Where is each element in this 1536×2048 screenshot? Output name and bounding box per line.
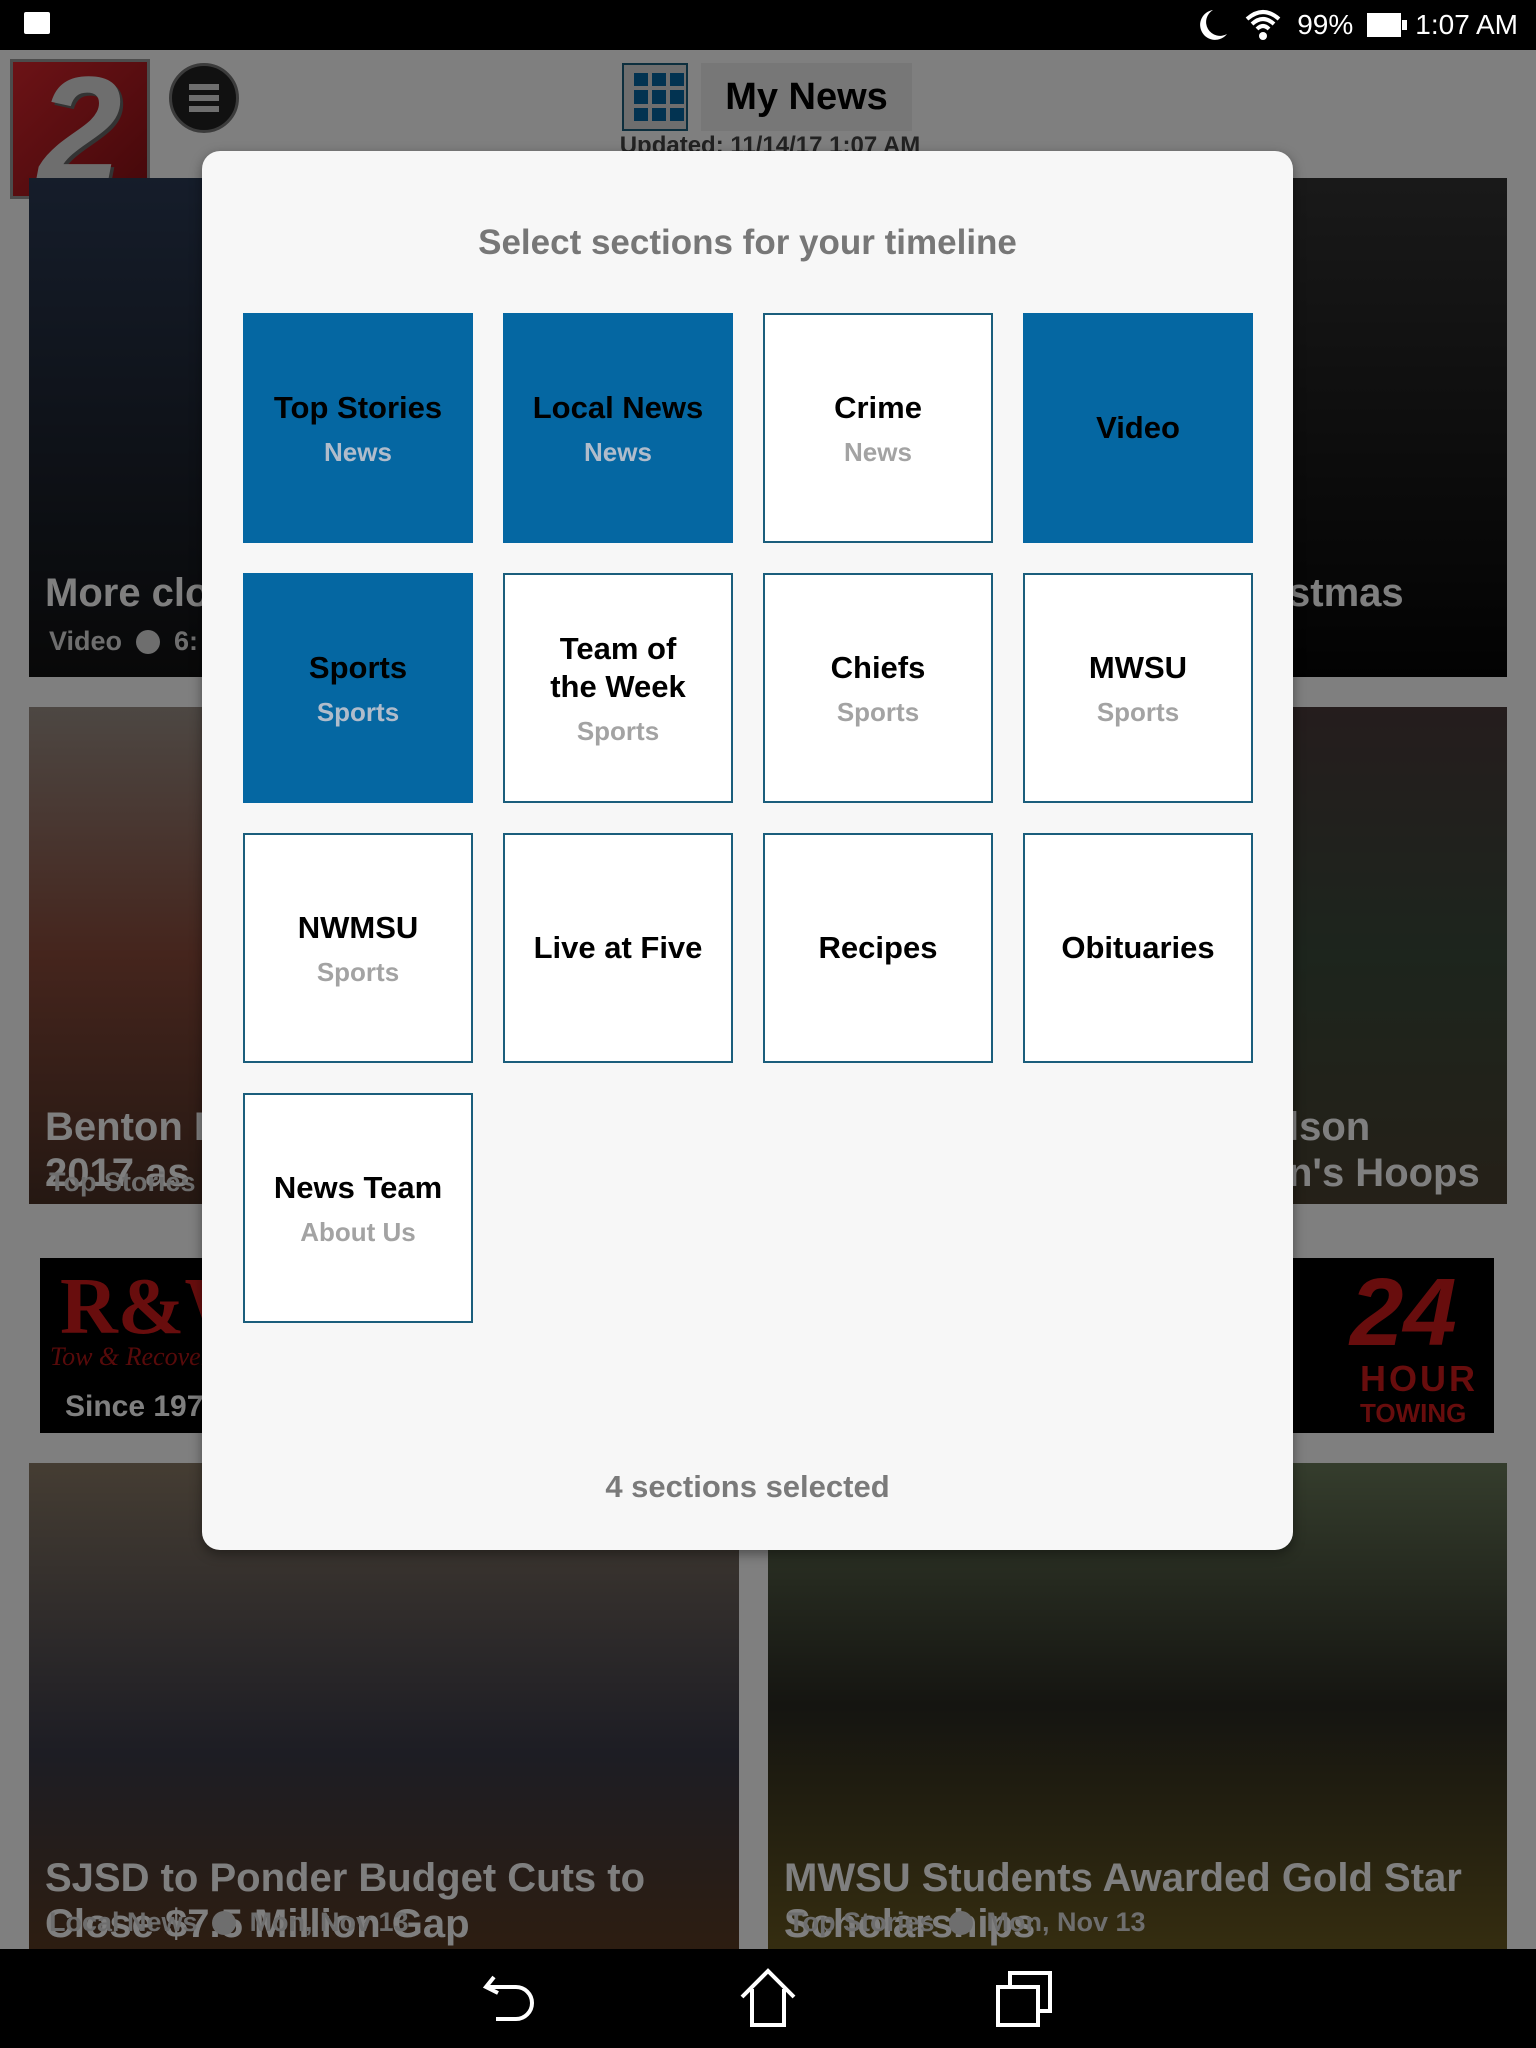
section-tile[interactable]: NWMSU Sports	[243, 833, 473, 1063]
moon-icon	[1200, 10, 1228, 40]
section-category: Sports	[836, 696, 920, 727]
section-category: Sports	[316, 956, 400, 987]
section-tile[interactable]: Chiefs Sports	[763, 573, 993, 803]
battery-percent: 99%	[1297, 9, 1354, 40]
selected-count: 4 sections selected	[605, 1469, 890, 1504]
section-tile[interactable]: Video	[1023, 313, 1253, 543]
section-title: News Team	[273, 1169, 443, 1205]
section-picker-dialog: Select sections for your timeline Top St…	[202, 151, 1293, 1550]
section-tile[interactable]: Sports Sports	[243, 573, 473, 803]
section-category: News	[584, 436, 652, 467]
status-bar: 99% 1:07 AM	[0, 0, 1536, 50]
navigation-bar	[0, 1949, 1536, 2048]
section-title: NWMSU	[297, 909, 419, 945]
section-category: Sports	[1096, 696, 1180, 727]
section-category: Sports	[576, 715, 660, 746]
section-title: Chiefs	[830, 649, 926, 685]
section-tile[interactable]: MWSU Sports	[1023, 573, 1253, 803]
dialog-title: Select sections for your timeline	[478, 223, 1017, 262]
section-title: MWSU	[1088, 649, 1188, 685]
section-tile[interactable]: Local News News	[503, 313, 733, 543]
section-title: Team of the Week	[550, 630, 686, 704]
section-title: Live at Five	[533, 930, 703, 965]
section-title: Local News	[532, 389, 704, 425]
recent-apps-icon[interactable]	[994, 1969, 1056, 2029]
section-title: Recipes	[818, 930, 938, 965]
clock: 1:07 AM	[1415, 9, 1518, 40]
section-category: News	[844, 436, 912, 467]
section-title: Obituaries	[1061, 930, 1215, 965]
section-category: About Us	[300, 1216, 416, 1247]
wifi-icon	[1245, 10, 1281, 40]
section-title: Crime	[834, 389, 922, 425]
section-tile[interactable]: Obituaries	[1023, 833, 1253, 1063]
section-tile[interactable]: Live at Five	[503, 833, 733, 1063]
section-tile[interactable]: Team of the Week Sports	[503, 573, 733, 803]
section-title: Sports	[308, 649, 408, 685]
image-icon	[24, 12, 50, 34]
section-category: News	[324, 436, 392, 467]
section-tile[interactable]: Crime News	[763, 313, 993, 543]
section-tile[interactable]: Top Stories News	[243, 313, 473, 543]
battery-icon	[1367, 13, 1408, 37]
back-icon[interactable]	[480, 1971, 542, 2027]
section-tile[interactable]: News Team About Us	[243, 1093, 473, 1323]
section-category: Sports	[316, 696, 400, 727]
section-title: Top Stories	[273, 389, 443, 425]
section-tile[interactable]: Recipes	[763, 833, 993, 1063]
section-title: Video	[1096, 410, 1180, 445]
home-icon[interactable]	[738, 1967, 798, 2029]
